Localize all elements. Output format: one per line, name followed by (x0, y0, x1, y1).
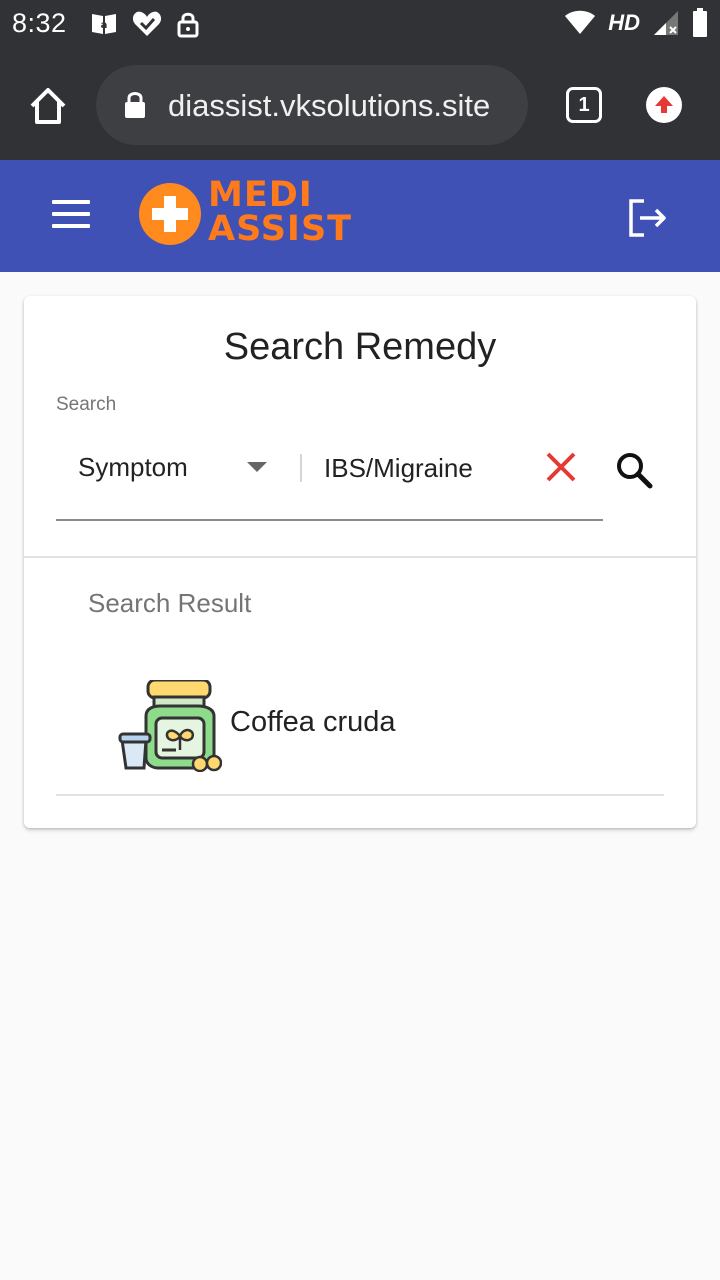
menu-icon-line (52, 200, 90, 204)
address-bar[interactable]: diassist.vksolutions.site (96, 65, 528, 145)
home-icon (30, 88, 66, 124)
tab-switcher-button[interactable]: 1 (566, 87, 602, 123)
notification-icons: a (90, 10, 200, 38)
page-title: Search Remedy (223, 326, 497, 368)
field-divider (300, 454, 302, 482)
browser-toolbar: diassist.vksolutions.site 1 (0, 50, 720, 160)
search-field: Symptom (56, 440, 603, 521)
logo-line2: ASSIST (208, 209, 353, 249)
battery-icon (693, 8, 707, 37)
search-type-value: Symptom (78, 452, 188, 482)
result-list-item[interactable]: Coffea cruda (56, 676, 664, 796)
search-remedy-card: Search Remedy Search Symptom Search Resu… (24, 296, 696, 828)
lock-icon (125, 92, 145, 118)
remedy-name: Coffea cruda (230, 706, 396, 738)
logo-line1: MEDI (208, 175, 313, 215)
update-button[interactable] (646, 87, 682, 123)
search-query-input[interactable] (324, 448, 524, 488)
health-heart-icon (132, 11, 162, 37)
arrow-up-icon (655, 96, 673, 113)
plus-icon (139, 183, 201, 245)
close-icon (546, 452, 576, 482)
menu-icon-line (52, 224, 90, 228)
hd-label: HD (608, 10, 640, 35)
menu-icon-line (52, 212, 90, 216)
card-divider (24, 556, 696, 558)
logout-icon (629, 199, 666, 237)
menu-button[interactable] (52, 200, 92, 232)
svg-text:a: a (101, 20, 108, 31)
amazon-kindle-icon: a (92, 14, 116, 34)
logout-button[interactable] (626, 198, 670, 238)
cell-signal-icon (654, 11, 678, 35)
medi-assist-logo: MEDI ASSIST (136, 175, 366, 250)
clear-search-button[interactable] (544, 450, 578, 484)
remedy-jar-icon (118, 680, 222, 772)
wifi-icon (565, 10, 596, 34)
status-bar: 8:32 a HD (0, 0, 720, 50)
lock-notification-icon (177, 12, 199, 38)
url-text: diassist.vksolutions.site (168, 88, 491, 123)
search-button[interactable] (614, 450, 654, 490)
home-button[interactable] (26, 84, 70, 128)
search-result-label: Search Result (88, 588, 252, 618)
system-icons: HD (564, 8, 708, 38)
status-time: 8:32 (12, 8, 67, 38)
app-header: MEDI ASSIST (0, 160, 720, 272)
search-label: Search (56, 394, 117, 415)
search-icon (617, 453, 653, 489)
dropdown-arrow-icon (247, 462, 267, 472)
logo-text: MEDI ASSIST (208, 175, 353, 249)
